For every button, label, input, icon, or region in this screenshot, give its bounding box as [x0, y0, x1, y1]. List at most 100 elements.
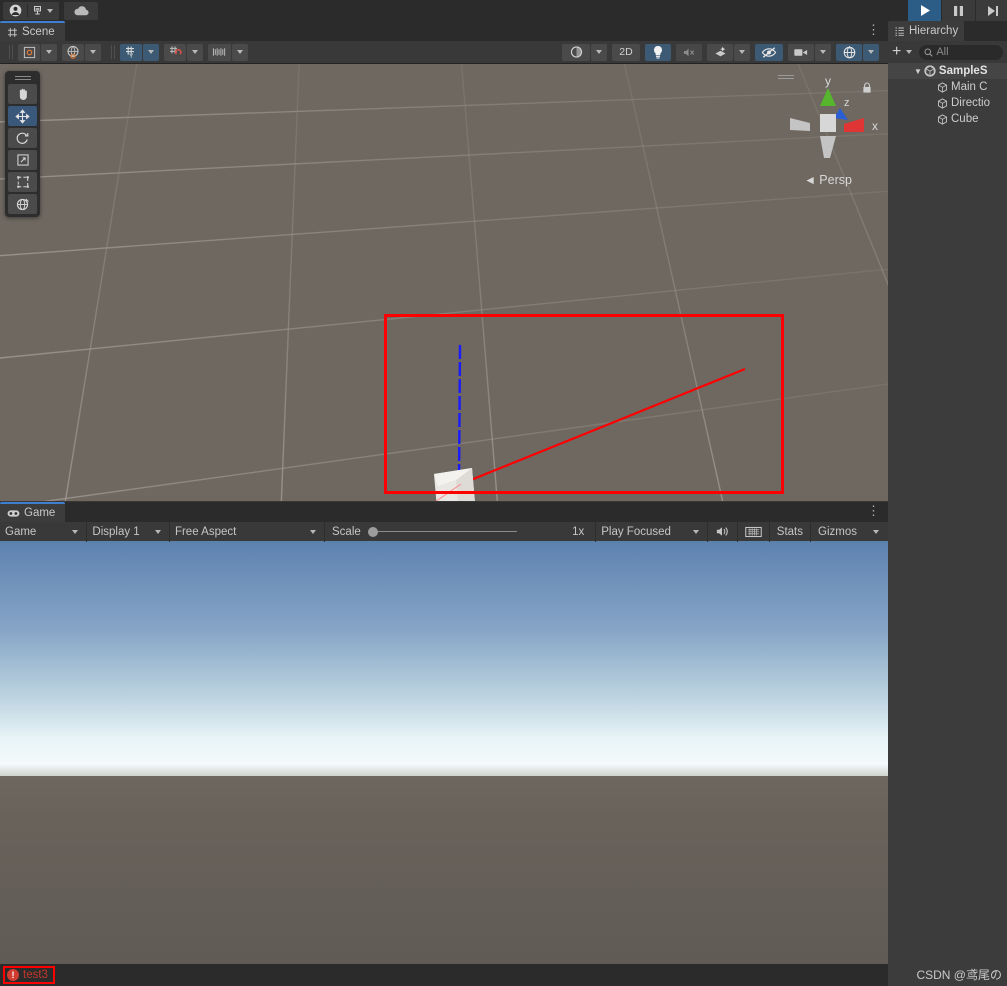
grid-visibility-icon — [212, 48, 226, 56]
gizmo-axis-y-label: y — [825, 74, 831, 88]
console-error-message[interactable]: ! test3 — [3, 966, 55, 984]
play-mode-dropdown[interactable]: Play Focused — [596, 521, 708, 542]
global-handle-button[interactable] — [62, 43, 84, 61]
hidden-objects-icon — [761, 46, 777, 58]
expand-arrow-icon[interactable]: ▼ — [914, 67, 922, 76]
game-toolbar: Game Display 1 Free Aspect Scale 1x Play… — [0, 521, 888, 543]
search-icon — [924, 47, 934, 57]
game-panel-menu-button[interactable]: ⋮ — [867, 504, 880, 517]
hierarchy-item-label: SampleS — [938, 65, 988, 77]
gizmos-toggle-group — [836, 43, 879, 61]
tab-game[interactable]: Game — [0, 502, 66, 522]
hierarchy-row-cube[interactable]: Cube — [888, 111, 1007, 127]
gizmos-toggle-button[interactable] — [836, 43, 862, 61]
stats-button[interactable]: Stats — [770, 521, 812, 542]
slider-thumb[interactable] — [367, 526, 378, 537]
snap-increment-dropdown-button[interactable] — [187, 43, 203, 61]
scale-slider-group[interactable]: Scale 1x — [325, 521, 597, 542]
collab-button[interactable] — [64, 2, 98, 20]
gizmo-persp-label[interactable]: ◄ Persp — [778, 173, 878, 187]
scene-panel-menu-button[interactable]: ⋮ — [867, 23, 880, 36]
scene-orientation-gizmo[interactable]: y z x ◄ Persp — [778, 72, 878, 187]
cloud-services-icon — [34, 5, 41, 14]
overlay-drag-handle[interactable] — [8, 74, 37, 82]
account-icon — [9, 4, 21, 17]
pivot-mode-group — [18, 43, 57, 61]
hierarchy-search-input[interactable]: All — [919, 44, 1003, 60]
step-icon — [987, 5, 998, 16]
scale-tool-button[interactable] — [8, 150, 37, 170]
collab-cloud-icon — [73, 5, 89, 15]
scene-panel: Scene ⋮ Y 2D y z x ◄ Persp — [0, 21, 888, 502]
scene-audio-button[interactable] — [676, 43, 702, 61]
gizmos-dropdown-button[interactable] — [863, 43, 879, 61]
grid-snap-button[interactable]: Y — [120, 43, 142, 61]
tab-scene-label: Scene — [22, 26, 55, 38]
main-toolbar — [0, 0, 1007, 21]
collab-group — [64, 1, 98, 20]
display-label: Display 1 — [92, 525, 140, 538]
hand-tool-button[interactable] — [8, 84, 37, 104]
hierarchy-panel: Hierarchy + All ▼ SampleS Main C Directi… — [888, 21, 1007, 986]
move-tool-button[interactable] — [8, 106, 37, 126]
gizmos-dropdown-button[interactable] — [864, 521, 888, 542]
scene-effects-dropdown-button[interactable] — [734, 43, 750, 61]
grid-visibility-button[interactable] — [208, 43, 231, 61]
chevron-down-icon — [692, 529, 699, 534]
grid-snap-group: Y — [120, 43, 159, 61]
play-button[interactable] — [908, 0, 941, 21]
rotate-tool-button[interactable] — [8, 128, 37, 148]
add-gameobject-button[interactable]: + — [892, 44, 915, 60]
hierarchy-tree[interactable]: ▼ SampleS Main C Directio Cube — [888, 63, 1007, 986]
grid-snap-dropdown-button[interactable] — [143, 43, 159, 61]
pivot-center-button[interactable] — [18, 43, 40, 61]
grid-visibility-dropdown-button[interactable] — [232, 43, 248, 61]
gizmos-button[interactable]: Gizmos — [811, 521, 864, 542]
pivot-dropdown-button[interactable] — [41, 43, 57, 61]
rect-tool-button[interactable] — [8, 172, 37, 192]
pause-button[interactable] — [942, 0, 975, 21]
transform-tool-button[interactable] — [8, 194, 37, 214]
gizmos-toggle-icon — [843, 45, 855, 58]
tab-scene[interactable]: Scene — [0, 21, 65, 41]
hierarchy-item-label: Main C — [951, 81, 988, 93]
draw-mode-button[interactable] — [562, 43, 590, 61]
scale-label: Scale — [332, 525, 361, 538]
chevron-down-icon — [310, 529, 316, 534]
hierarchy-row-main-camera[interactable]: Main C — [888, 79, 1007, 95]
2d-toggle-button[interactable]: 2D — [612, 43, 640, 61]
mute-audio-button[interactable] — [708, 521, 738, 542]
draw-mode-dropdown-button[interactable] — [591, 43, 607, 61]
cloud-services-button[interactable] — [28, 2, 59, 20]
scene-lighting-button[interactable] — [645, 43, 671, 61]
game-viewport[interactable] — [0, 543, 888, 984]
scene-effects-button[interactable] — [707, 43, 733, 61]
scene-camera-dropdown-button[interactable] — [815, 43, 831, 61]
hierarchy-toolbar: + All — [888, 41, 1007, 63]
aspect-dropdown[interactable]: Free Aspect — [170, 521, 325, 542]
keyboard-input-button[interactable] — [738, 521, 770, 542]
mute-audio-icon — [716, 527, 728, 536]
game-view-mode-dropdown[interactable]: Game — [0, 521, 88, 542]
snap-increment-button[interactable] — [164, 43, 186, 61]
gamepad-icon — [7, 509, 20, 517]
rect-transform-icon — [16, 176, 29, 188]
gizmo-axis-z-label: z — [844, 97, 850, 109]
svg-text:Y: Y — [129, 53, 134, 59]
tab-hierarchy[interactable]: Hierarchy — [888, 21, 965, 41]
tab-hierarchy-label: Hierarchy — [909, 25, 959, 37]
hierarchy-tab-row: Hierarchy — [888, 21, 1007, 41]
handle-dropdown-button[interactable] — [85, 43, 101, 61]
hierarchy-item-label: Directio — [951, 97, 990, 109]
rotate-icon — [16, 132, 29, 144]
display-dropdown[interactable]: Display 1 — [87, 521, 170, 542]
hierarchy-row-directional-light[interactable]: Directio — [888, 95, 1007, 111]
scene-camera-button[interactable] — [788, 43, 814, 61]
scene-viewport[interactable]: y z x ◄ Persp — [0, 64, 888, 501]
account-button[interactable] — [3, 2, 27, 20]
scale-slider[interactable] — [367, 526, 565, 538]
step-button[interactable] — [976, 0, 1007, 21]
chevron-down-icon — [868, 50, 874, 54]
hidden-objects-button[interactable] — [755, 43, 783, 61]
hierarchy-row-scene[interactable]: ▼ SampleS — [888, 63, 1007, 79]
